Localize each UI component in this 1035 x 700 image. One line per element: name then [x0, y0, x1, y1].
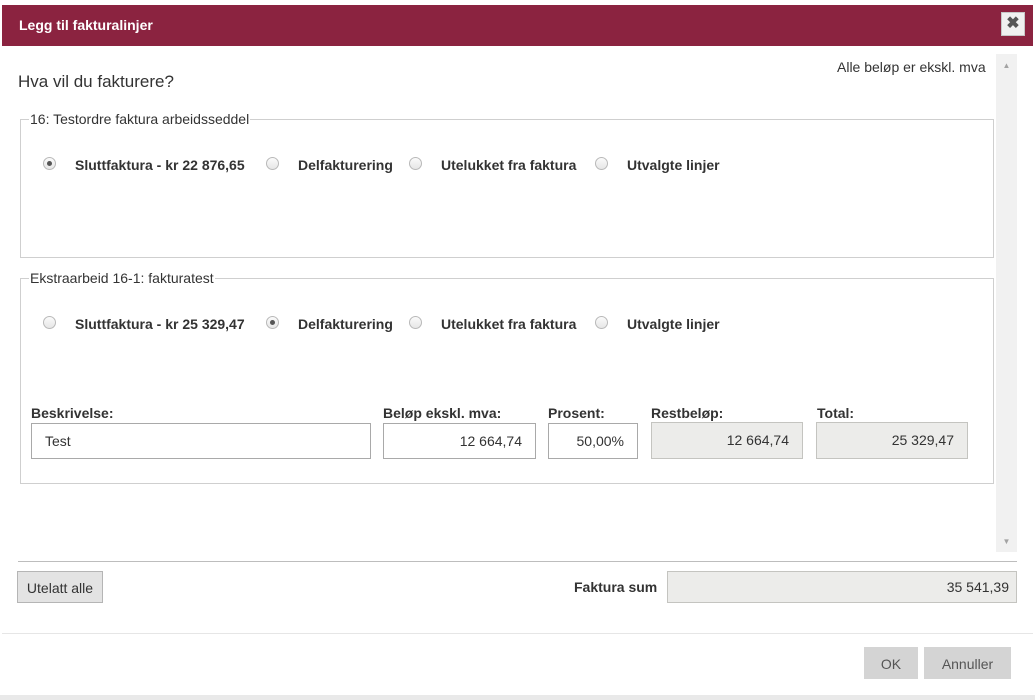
radio-button-checked[interactable] — [266, 316, 279, 329]
content-scrollbar[interactable]: ▲ ▼ — [996, 54, 1017, 552]
total-label: Total: — [817, 405, 855, 421]
radio-button[interactable] — [595, 316, 608, 329]
radio-label: Utvalgte linjer — [627, 316, 720, 332]
radio-label: Sluttfaktura - kr 22 876,65 — [75, 157, 245, 173]
close-icon[interactable]: ✖ — [1001, 12, 1025, 36]
invoice-sum-field: 35 541,39 — [667, 571, 1017, 603]
page-question: Hva vil du fakturere? — [18, 72, 174, 91]
radio-button[interactable] — [43, 316, 56, 329]
radio-label: Delfakturering — [298, 316, 393, 332]
invoice-lines-dialog: Legg til fakturalinjer ✖ ▲ ▼ Hva vil du … — [0, 0, 1035, 700]
radio-button[interactable] — [409, 157, 422, 170]
description-input[interactable]: Test — [31, 423, 371, 459]
group-legend: Ekstraarbeid 16-1: fakturatest — [30, 270, 214, 286]
invoice-sum-label: Faktura sum — [574, 579, 658, 595]
amount-label: Beløp ekskl. mva: — [383, 405, 502, 421]
scroll-down-icon[interactable]: ▼ — [996, 534, 1017, 550]
vat-note: Alle beløp er ekskl. mva — [837, 59, 986, 75]
percent-input[interactable]: 50,00% — [548, 423, 638, 459]
radio-button[interactable] — [595, 157, 608, 170]
invoice-group-order-16: 16: Testordre faktura arbeidsseddel — [20, 111, 994, 258]
scroll-up-icon[interactable]: ▲ — [996, 58, 1017, 74]
radio-label: Utelukket fra faktura — [441, 316, 577, 332]
radio-button-checked[interactable] — [43, 157, 56, 170]
remaining-label: Restbeløp: — [651, 405, 724, 421]
dialog-title: Legg til fakturalinjer — [19, 17, 153, 33]
cancel-button[interactable]: Annuller — [924, 647, 1011, 679]
dialog-titlebar: Legg til fakturalinjer ✖ — [2, 5, 1033, 46]
radio-label: Utvalgte linjer — [627, 157, 720, 173]
radio-label: Delfakturering — [298, 157, 393, 173]
radio-button[interactable] — [266, 157, 279, 170]
ok-button[interactable]: OK — [864, 647, 918, 679]
window-bottom-edge — [0, 695, 1035, 700]
amount-input[interactable]: 12 664,74 — [383, 423, 536, 459]
percent-label: Prosent: — [548, 405, 605, 421]
radio-label: Sluttfaktura - kr 25 329,47 — [75, 316, 245, 332]
group-legend: 16: Testordre faktura arbeidsseddel — [30, 111, 250, 127]
description-label: Beskrivelse: — [31, 405, 114, 421]
remaining-field: 12 664,74 — [651, 422, 803, 459]
total-field: 25 329,47 — [816, 422, 968, 459]
radio-button[interactable] — [409, 316, 422, 329]
radio-label: Utelukket fra faktura — [441, 157, 577, 173]
content-divider — [18, 561, 1017, 562]
exclude-all-button[interactable]: Utelatt alle — [17, 571, 103, 603]
footer-divider — [2, 633, 1033, 634]
